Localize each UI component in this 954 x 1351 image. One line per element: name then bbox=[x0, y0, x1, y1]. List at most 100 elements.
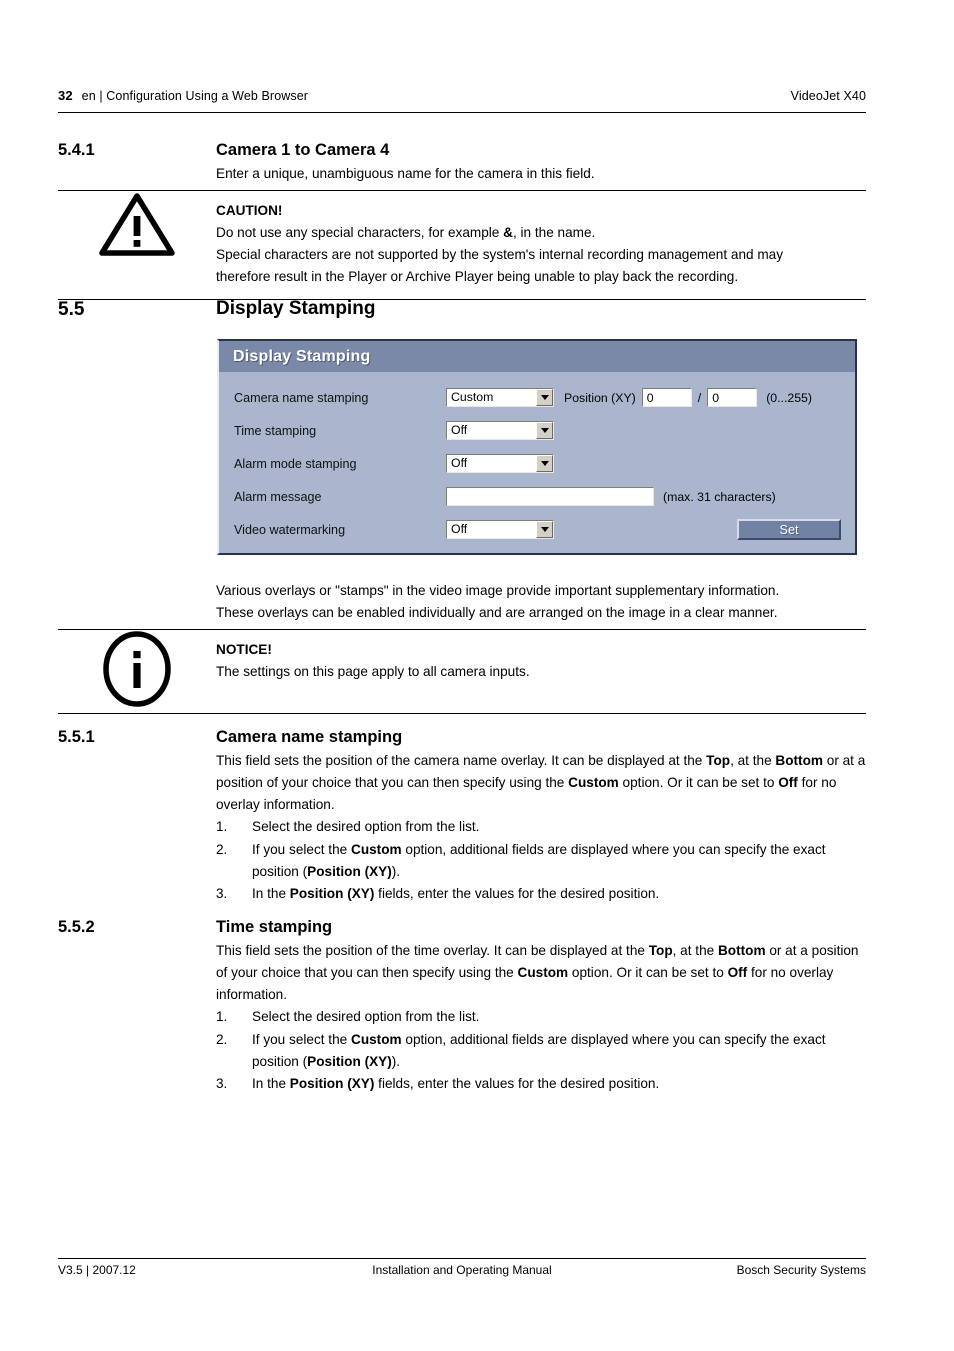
label-alarm-mode-stamping: Alarm mode stamping bbox=[234, 456, 357, 471]
text-run: option. Or it can be set to bbox=[618, 775, 779, 791]
text-run: , at the bbox=[672, 943, 718, 959]
emphasis-run: Off bbox=[727, 965, 748, 981]
emphasis-run: Top bbox=[706, 753, 731, 769]
caution-line-3: therefore result in the Player or Archiv… bbox=[216, 269, 739, 285]
emphasis-run: Bottom bbox=[717, 943, 766, 959]
section-5-5-2-steps: 1. Select the desired option from the lis… bbox=[216, 1006, 866, 1094]
section-5-4-1-body: Enter a unique, unambiguous name for the… bbox=[216, 166, 595, 182]
list-item-marker: 2. bbox=[216, 1031, 228, 1047]
display-stamping-screenshot: Display Stamping Camera name stamping Cu… bbox=[217, 339, 857, 555]
emphasis-run: Bottom bbox=[775, 753, 823, 769]
input-position-y[interactable]: 0 bbox=[707, 388, 758, 407]
section-5-5-para-1: Various overlays or "stamps" in the vide… bbox=[216, 583, 780, 598]
list-item-text: If you select the Custom option, additio… bbox=[252, 839, 866, 883]
section-5-4-1: 5.4.1 Camera 1 to Camera 4 Enter a uniqu… bbox=[58, 140, 866, 185]
text-run: , at the bbox=[730, 753, 776, 769]
list-item-marker: 3. bbox=[216, 1075, 228, 1091]
list-item-marker: 1. bbox=[216, 1009, 228, 1025]
panel-title: Display Stamping bbox=[219, 341, 855, 372]
section-5-5: 5.5 Display Stamping bbox=[58, 298, 866, 322]
warning-triangle-icon bbox=[58, 191, 216, 257]
emphasis-run: Custom bbox=[351, 1031, 402, 1047]
text-run: This field sets the position of the came… bbox=[216, 753, 707, 769]
row-alarm-mode-stamping: Alarm mode stamping Off bbox=[219, 447, 855, 480]
select-alarm-mode-stamping[interactable]: Off bbox=[446, 454, 554, 473]
header-product-name: VideoJet X40 bbox=[790, 89, 866, 103]
emphasis-run: Custom bbox=[351, 841, 402, 857]
section-5-5-paragraphs: Various overlays or "stamps" in the vide… bbox=[58, 580, 866, 624]
chevron-down-icon[interactable] bbox=[536, 389, 553, 406]
list-item-text: Select the desired option from the list. bbox=[252, 816, 866, 838]
list-item-text: If you select the Custom option, additio… bbox=[252, 1029, 866, 1073]
document-page: 32 en | Configuration Using a Web Browse… bbox=[0, 0, 954, 1351]
input-alarm-message[interactable] bbox=[446, 487, 654, 506]
caution-line-1: Do not use any special characters, for e… bbox=[216, 222, 866, 244]
section-5-5-1-title: Camera name stamping bbox=[216, 728, 403, 746]
text-run: Select the desired option from the list. bbox=[252, 819, 480, 835]
text-run: If you select the bbox=[252, 841, 351, 857]
select-time-stamping[interactable]: Off bbox=[446, 421, 554, 440]
section-5-5-2-title: Time stamping bbox=[216, 918, 333, 936]
chevron-down-icon[interactable] bbox=[536, 455, 553, 472]
header-rule bbox=[58, 112, 866, 113]
footer-version: V3.5 | 2007.12 bbox=[58, 1263, 136, 1277]
list-item-marker: 3. bbox=[216, 885, 228, 901]
caution-line-1-pre: Do not use any special characters, for e… bbox=[216, 225, 504, 240]
section-5-5-para-2: These overlays can be enabled individual… bbox=[216, 605, 778, 621]
set-button[interactable]: Set bbox=[737, 519, 841, 540]
section-5-5-2-paragraph: This field sets the position of the time… bbox=[216, 940, 866, 1006]
label-video-watermarking: Video watermarking bbox=[234, 522, 346, 537]
emphasis-run: Position (XY) bbox=[307, 1053, 392, 1069]
list-item: 2. If you select the Custom option, addit… bbox=[216, 839, 866, 883]
text-run: fields, enter the values for the desired… bbox=[374, 885, 660, 901]
select-time-stamping-value: Off bbox=[451, 423, 468, 438]
section-5-5-2: 5.5.2 Time stamping This field sets the … bbox=[58, 917, 866, 1095]
text-run: In the bbox=[252, 1075, 290, 1091]
row-time-stamping: Time stamping Off bbox=[219, 414, 855, 447]
header-section-path: en | Configuration Using a Web Browser bbox=[81, 89, 309, 103]
emphasis-run: Top bbox=[648, 943, 673, 959]
emphasis-run: Position (XY) bbox=[307, 863, 392, 879]
text-run: Select the desired option from the list. bbox=[252, 1009, 480, 1025]
footer-company: Bosch Security Systems bbox=[736, 1263, 866, 1277]
row-camera-name-stamping: Camera name stamping Custom Position (XY… bbox=[219, 381, 855, 414]
info-circle-icon bbox=[58, 630, 216, 708]
footer-title: Installation and Operating Manual bbox=[372, 1263, 552, 1277]
running-footer: V3.5 | 2007.12 Installation and Operatin… bbox=[58, 1263, 866, 1277]
select-alarm-mode-stamping-value: Off bbox=[451, 456, 468, 471]
select-video-watermarking[interactable]: Off bbox=[446, 520, 554, 539]
chevron-down-icon[interactable] bbox=[536, 422, 553, 439]
emphasis-run: Position (XY) bbox=[289, 885, 375, 901]
notice-block: NOTICE! The settings on this page apply … bbox=[58, 629, 866, 715]
input-position-x[interactable]: 0 bbox=[641, 388, 692, 407]
list-item-text: In the Position (XY) fields, enter the v… bbox=[252, 1073, 866, 1095]
notice-title: NOTICE! bbox=[216, 642, 272, 657]
label-time-stamping: Time stamping bbox=[234, 423, 317, 438]
section-5-5-1-steps: 1. Select the desired option from the lis… bbox=[216, 816, 866, 904]
select-camera-name-stamping-value: Custom bbox=[451, 390, 494, 405]
text-run: If you select the bbox=[252, 1031, 351, 1047]
section-5-5-1-paragraph: This field sets the position of the came… bbox=[216, 750, 866, 816]
panel-body: Camera name stamping Custom Position (XY… bbox=[219, 372, 855, 546]
label-position-xy: Position (XY) bbox=[564, 390, 636, 405]
select-camera-name-stamping[interactable]: Custom bbox=[446, 388, 554, 407]
alarm-message-hint: (max. 31 characters) bbox=[663, 489, 776, 504]
caution-block: CAUTION! Do not use any special characte… bbox=[58, 190, 866, 301]
section-5-4-1-number: 5.4.1 bbox=[58, 141, 95, 159]
display-stamping-panel: Display Stamping Camera name stamping Cu… bbox=[217, 339, 857, 555]
chevron-down-icon[interactable] bbox=[536, 521, 553, 538]
emphasis-run: Custom bbox=[568, 775, 619, 791]
list-item-text: In the Position (XY) fields, enter the v… bbox=[252, 883, 866, 905]
list-item: 2. If you select the Custom option, addit… bbox=[216, 1029, 866, 1073]
select-video-watermarking-value: Off bbox=[451, 522, 468, 537]
section-5-5-number: 5.5 bbox=[58, 299, 85, 320]
label-alarm-message: Alarm message bbox=[234, 489, 322, 504]
spacer-column bbox=[58, 580, 216, 624]
text-run: ). bbox=[391, 1053, 401, 1069]
list-item-marker: 1. bbox=[216, 819, 228, 835]
emphasis-run: Off bbox=[778, 775, 798, 791]
section-5-5-1: 5.5.1 Camera name stamping This field se… bbox=[58, 727, 866, 905]
position-range-hint: (0...255) bbox=[766, 390, 812, 405]
section-5-5-2-number: 5.5.2 bbox=[58, 918, 95, 936]
emphasis-run: Position (XY) bbox=[289, 1075, 375, 1091]
